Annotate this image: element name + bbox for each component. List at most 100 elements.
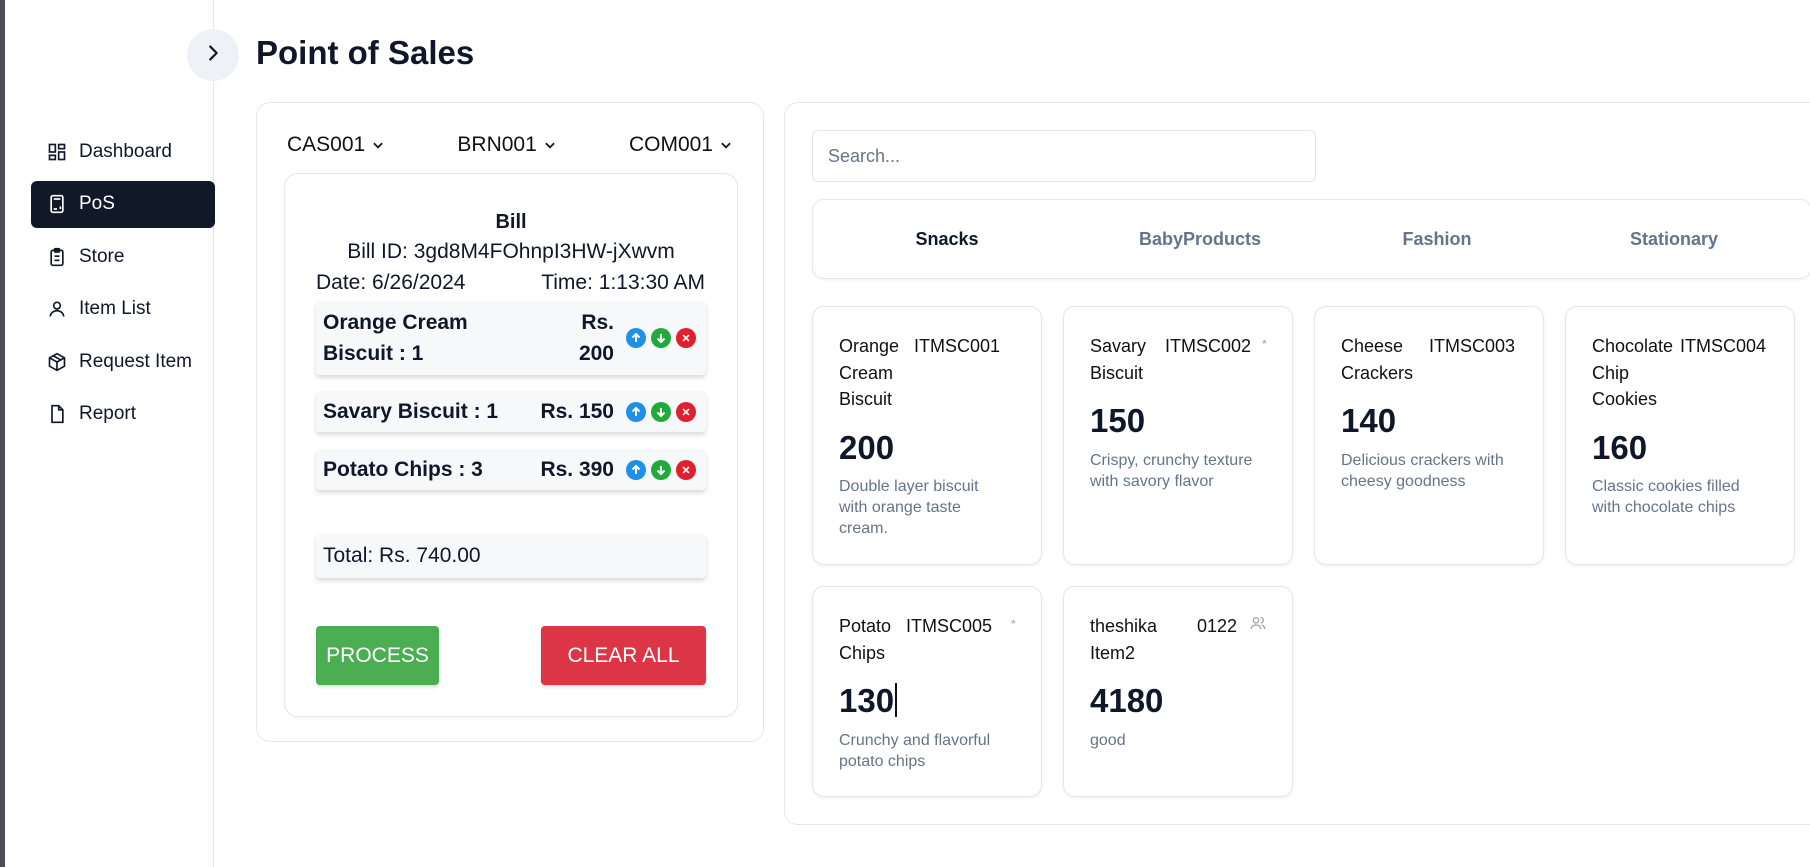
search-input[interactable] — [812, 130, 1316, 182]
company-select[interactable]: COM001 — [629, 133, 733, 157]
product-description: Delicious crackers with cheesy goodness — [1341, 452, 1504, 490]
product-card[interactable]: Cheese Crackers ITMSC003 140 Delicious c… — [1314, 306, 1544, 565]
product-price: 130 — [839, 682, 898, 720]
sidebar-item-store[interactable]: Store — [31, 233, 215, 280]
product-name: theshika Item2 — [1090, 616, 1158, 663]
line-item-actions — [626, 459, 696, 480]
product-card[interactable]: Orange Cream Biscuit ITMSC001 200 Double… — [812, 306, 1042, 565]
product-card[interactable]: Savary Biscuit ITMSC002 * 150 Crispy, cr… — [1063, 306, 1293, 565]
users-icon — [1250, 615, 1266, 636]
line-item-price: Rs. 150 — [540, 400, 614, 423]
line-item-actions — [626, 328, 696, 348]
bill-time: Time: 1:13:30 AM — [541, 271, 705, 294]
sidebar-item-label: Store — [79, 245, 125, 267]
bill-line-item: Orange Cream Biscuit : 1 Rs. 200 — [316, 301, 706, 375]
sidebar-item-pos[interactable]: PoS — [31, 180, 215, 228]
product-price: 160 — [1592, 429, 1648, 466]
product-card[interactable]: Potato Chips ITMSC005 * 130 Crunchy and … — [812, 586, 1042, 797]
product-description: Crunchy and flavorful potato chips — [839, 732, 991, 770]
remove-item-icon[interactable] — [676, 459, 696, 480]
product-description: Crispy, crunchy texture with savory flav… — [1090, 452, 1253, 490]
process-button[interactable]: PROCESS — [316, 626, 439, 685]
sidebar-item-request-item[interactable]: Request Item — [31, 338, 215, 385]
product-price: 150 — [1090, 402, 1146, 439]
sidebar-item-label: Dashboard — [79, 140, 172, 162]
product-price: 4180 — [1090, 682, 1164, 719]
chevron-right-icon — [202, 42, 224, 69]
line-item-name: Savary Biscuit : 1 — [323, 400, 499, 423]
bill-line-item: Potato Chips : 3 Rs. 390 — [316, 449, 706, 490]
clipboard-icon — [47, 247, 67, 267]
bill-title: Bill — [495, 211, 527, 233]
product-card[interactable]: Chocolate Chip Cookies ITMSC004 160 Clas… — [1565, 306, 1795, 565]
increase-qty-icon[interactable] — [626, 401, 646, 422]
bill-date: Date: 6/26/2024 — [316, 271, 466, 294]
tab-babyproducts[interactable]: BabyProducts — [1139, 200, 1261, 278]
product-name: Potato Chips — [839, 616, 892, 663]
page-title: Point of Sales — [256, 34, 475, 71]
remove-item-icon[interactable] — [676, 328, 696, 348]
sidebar-nav: Dashboard PoS Store Item List Request It… — [31, 128, 215, 443]
bill-total: Total: Rs. 740.00 — [316, 534, 706, 578]
calculator-icon — [47, 194, 67, 214]
branch-select[interactable]: BRN001 — [457, 133, 556, 157]
selector-row: CAS001 BRN001 COM001 — [287, 133, 733, 157]
sidebar-item-label: Item List — [79, 298, 151, 319]
sidebar-item-item-list[interactable]: Item List — [31, 286, 215, 333]
product-name: Orange Cream Biscuit — [839, 336, 900, 409]
decrease-qty-icon[interactable] — [651, 459, 671, 480]
remove-item-icon[interactable] — [676, 401, 696, 422]
dashboard-icon — [47, 142, 67, 162]
product-description: Double layer biscuit with orange taste c… — [839, 478, 979, 537]
product-mark: * — [1011, 617, 1016, 631]
product-code: ITMSC001 — [914, 336, 1001, 356]
product-code: ITMSC003 — [1429, 336, 1516, 356]
products-panel: Snacks BabyProducts Fashion Stationary O… — [784, 102, 1810, 825]
line-item-actions — [626, 401, 696, 422]
chevron-down-icon — [373, 142, 383, 149]
product-code: ITMSC004 — [1680, 336, 1767, 356]
line-item-price: Rs. 200 — [578, 311, 614, 365]
bill-card: Bill Bill ID: 3gd8M4FOhnpI3HW-jXwvm Date… — [284, 173, 738, 717]
category-tabs: Snacks BabyProducts Fashion Stationary — [812, 199, 1810, 279]
product-code: ITMSC005 — [906, 616, 993, 636]
tab-fashion[interactable]: Fashion — [1402, 200, 1471, 278]
bill-line-item: Savary Biscuit : 1 Rs. 150 — [316, 391, 706, 432]
chevron-down-icon — [721, 142, 731, 149]
branch-select-value: BRN001 — [457, 133, 537, 156]
tab-snacks[interactable]: Snacks — [915, 200, 978, 278]
increase-qty-icon[interactable] — [626, 459, 646, 480]
user-icon — [47, 299, 67, 319]
product-name: Cheese Crackers — [1341, 336, 1414, 383]
product-price: 140 — [1341, 402, 1397, 439]
sidebar-item-report[interactable]: Report — [31, 391, 215, 438]
product-mark: * — [1262, 337, 1267, 351]
clear-all-button[interactable]: CLEAR ALL — [541, 626, 706, 685]
line-item-name: Potato Chips : 3 — [323, 458, 483, 481]
line-item-name: Orange Cream Biscuit : 1 — [323, 311, 468, 365]
product-code: ITMSC002 — [1165, 336, 1252, 356]
product-code: 0122 — [1197, 616, 1238, 636]
sidebar-item-label: Request Item — [79, 350, 192, 372]
product-price: 200 — [839, 429, 895, 466]
sidebar-item-dashboard[interactable]: Dashboard — [31, 128, 215, 175]
product-card[interactable]: theshika Item2 0122 4180 good — [1063, 586, 1293, 797]
chevron-down-icon — [545, 142, 555, 149]
sidebar-toggle-button[interactable] — [187, 29, 239, 81]
sidebar-item-label: Report — [79, 403, 137, 424]
sidebar: Dashboard PoS Store Item List Request It… — [5, 0, 215, 867]
product-description: good — [1090, 732, 1126, 749]
product-name: Savary Biscuit — [1090, 336, 1147, 383]
product-name: Chocolate Chip Cookies — [1592, 336, 1674, 409]
decrease-qty-icon[interactable] — [651, 328, 671, 348]
sidebar-item-label: PoS — [79, 193, 115, 214]
cashier-select[interactable]: CAS001 — [287, 133, 385, 157]
increase-qty-icon[interactable] — [626, 328, 646, 348]
cashier-select-value: CAS001 — [287, 133, 366, 156]
tab-stationary[interactable]: Stationary — [1630, 200, 1718, 278]
decrease-qty-icon[interactable] — [651, 401, 671, 422]
text-caret — [895, 683, 898, 717]
line-item-price: Rs. 390 — [540, 458, 614, 481]
bill-id: Bill ID: 3gd8M4FOhnpI3HW-jXwvm — [347, 240, 675, 263]
company-select-value: COM001 — [628, 133, 713, 156]
